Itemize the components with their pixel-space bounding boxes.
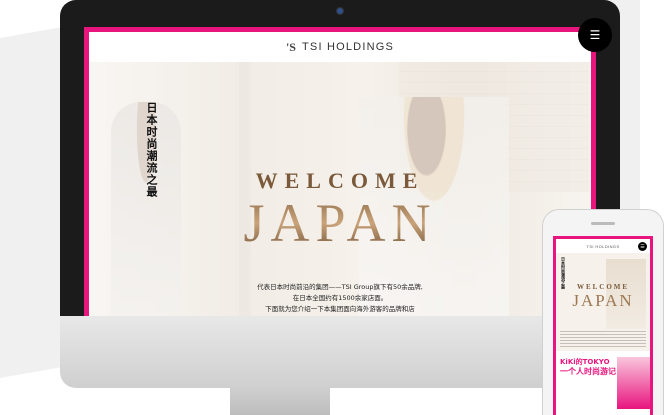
logo-text[interactable]: TSI HOLDINGS [302,41,394,53]
mobile-magazine-cover[interactable] [617,357,650,409]
mobile-menu-button[interactable]: ☰ [638,242,647,251]
monitor-stand [230,388,330,415]
mobile-screen: TSI HOLDINGS ☰ 日本时尚潮流之最 WELCOME JAPAN Ki… [553,236,653,415]
desktop-screen: 'S TSI HOLDINGS 日本时尚潮流之最 WELCOME JAPAN 代… [84,27,596,316]
hero-description: 代表日本时尚前沿的集团——TSI Group旗下有50余品牌, 在日本全国约有1… [89,282,591,315]
hero-desc-line-1: 代表日本时尚前沿的集团——TSI Group旗下有50余品牌, [257,283,423,291]
hero-japan: JAPAN [89,192,591,254]
camera-icon [337,8,343,14]
monitor-chin [60,316,620,388]
desktop-site: 'S TSI HOLDINGS 日本时尚潮流之最 WELCOME JAPAN 代… [89,32,591,316]
hero-section: 日本时尚潮流之最 WELCOME JAPAN 代表日本时尚前沿的集团——TSI … [89,62,591,316]
hero-desc-line-3: 下面就为您介绍一下本集团面向海外游客的品牌和店 [265,305,415,313]
logo-mark[interactable]: 'S [286,40,296,55]
phone-speaker [591,222,615,225]
mobile-site: TSI HOLDINGS ☰ 日本时尚潮流之最 WELCOME JAPAN Ki… [556,239,650,415]
mobile-logo-text[interactable]: TSI HOLDINGS [586,244,619,249]
menu-button[interactable]: ☰ [578,18,612,52]
desktop-monitor: 'S TSI HOLDINGS 日本时尚潮流之最 WELCOME JAPAN 代… [60,0,620,392]
mobile-feature-title-2[interactable]: 一个人时尚游记! [560,366,620,377]
hamburger-icon: ☰ [640,243,645,250]
mobile-description [560,331,646,349]
hamburger-icon: ☰ [589,28,601,42]
hero-desc-line-2: 在日本全国约有1500余家店面。 [292,294,388,302]
site-header: 'S TSI HOLDINGS [89,32,591,62]
hero-welcome: WELCOME [255,168,425,193]
monitor-bezel: 'S TSI HOLDINGS 日本时尚潮流之最 WELCOME JAPAN 代… [60,0,620,316]
